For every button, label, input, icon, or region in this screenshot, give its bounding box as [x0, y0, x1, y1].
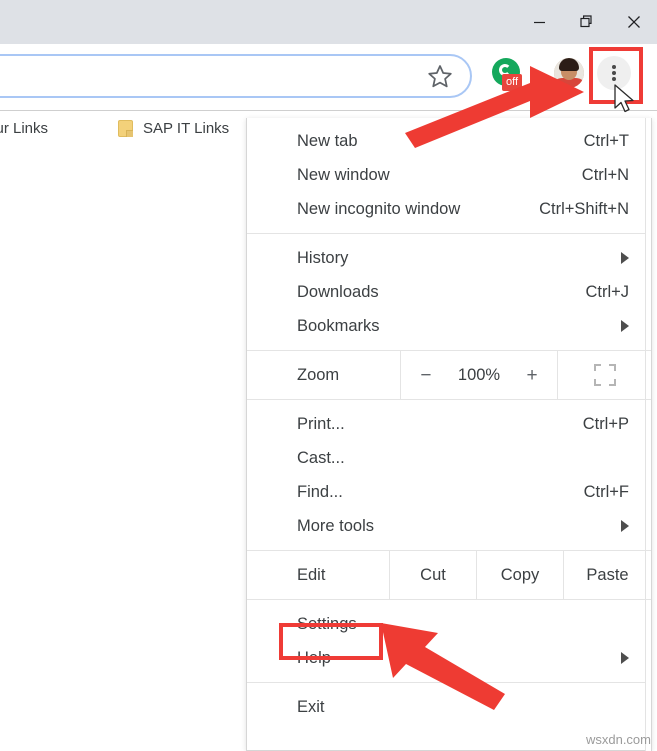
zoom-out-button[interactable]: −	[418, 366, 434, 385]
menu-item-label: Find...	[297, 483, 343, 502]
extension-off-badge: off	[502, 74, 522, 91]
menu-separator	[247, 682, 651, 683]
paste-button[interactable]: Paste	[563, 551, 651, 599]
address-bar-input[interactable]	[0, 54, 472, 98]
menu-item-bookmarks[interactable]: Bookmarks	[247, 309, 651, 343]
copy-button[interactable]: Copy	[476, 551, 563, 599]
cut-button[interactable]: Cut	[389, 551, 476, 599]
menu-item-label: Bookmarks	[297, 317, 380, 336]
title-bar	[0, 0, 657, 44]
cut-label: Cut	[420, 566, 446, 585]
menu-item-find[interactable]: Find... Ctrl+F	[247, 475, 651, 509]
copy-label: Copy	[501, 566, 540, 585]
extension-icon[interactable]: off	[492, 58, 526, 92]
chevron-right-icon	[621, 652, 629, 664]
menu-item-label: New incognito window	[297, 200, 460, 219]
avatar-hair	[559, 58, 579, 71]
menu-item-label: Settings	[297, 615, 357, 634]
menu-item-shortcut: Ctrl+P	[583, 415, 629, 434]
menu-item-shortcut: Ctrl+F	[584, 483, 629, 502]
menu-item-new-window[interactable]: New window Ctrl+N	[247, 158, 651, 192]
menu-item-label: Print...	[297, 415, 345, 434]
menu-zoom-row: Zoom − 100% +	[247, 350, 651, 400]
bookmark-label: cur Links	[0, 120, 48, 137]
browser-screenshot: off cur Links SAP IT Links New tab Ctrl+…	[0, 0, 657, 751]
profile-avatar[interactable]	[554, 58, 584, 88]
menu-item-shortcut: Ctrl+N	[582, 166, 629, 185]
paste-label: Paste	[586, 566, 628, 585]
folder-icon	[118, 120, 133, 137]
menu-item-label: Help	[297, 649, 331, 668]
edit-label: Edit	[297, 566, 325, 585]
menu-item-label: New tab	[297, 132, 358, 151]
menu-item-shortcut: Ctrl+J	[585, 283, 629, 302]
menu-item-help[interactable]: Help	[247, 641, 651, 675]
chevron-right-icon	[621, 320, 629, 332]
menu-item-new-incognito-window[interactable]: New incognito window Ctrl+Shift+N	[247, 192, 651, 226]
menu-separator	[247, 233, 651, 234]
chevron-right-icon	[621, 520, 629, 532]
menu-item-label: Downloads	[297, 283, 379, 302]
menu-edit-row: Edit Cut Copy Paste	[247, 550, 651, 600]
window-controls	[516, 0, 657, 44]
bookmark-item-concur-links[interactable]: cur Links	[0, 120, 48, 137]
bookmark-item-sap-it-links[interactable]: SAP IT Links	[118, 120, 229, 137]
menu-item-label: More tools	[297, 517, 374, 536]
menu-item-more-tools[interactable]: More tools	[247, 509, 651, 543]
edit-label-cell: Edit	[247, 551, 389, 599]
zoom-label: Zoom	[297, 366, 339, 385]
restore-icon	[580, 15, 594, 29]
zoom-in-button[interactable]: +	[524, 366, 540, 385]
menu-item-label: History	[297, 249, 348, 268]
menu-item-history[interactable]: History	[247, 241, 651, 275]
mouse-cursor-icon	[613, 84, 639, 118]
bookmark-star-icon[interactable]	[425, 62, 455, 92]
menu-item-print[interactable]: Print... Ctrl+P	[247, 407, 651, 441]
menu-item-shortcut: Ctrl+T	[584, 132, 629, 151]
zoom-level-value: 100%	[458, 366, 500, 385]
menu-item-settings[interactable]: Settings	[247, 607, 651, 641]
menu-item-shortcut: Ctrl+Shift+N	[539, 200, 629, 219]
watermark: wsxdn.com	[586, 732, 651, 747]
menu-item-cast[interactable]: Cast...	[247, 441, 651, 475]
bookmark-label: SAP IT Links	[143, 120, 229, 137]
chevron-right-icon	[621, 252, 629, 264]
minimize-icon	[533, 16, 546, 29]
close-button[interactable]	[610, 0, 657, 44]
chrome-main-menu: New tab Ctrl+T New window Ctrl+N New inc…	[246, 118, 652, 751]
zoom-label-cell: Zoom	[247, 351, 400, 399]
menu-item-new-tab[interactable]: New tab Ctrl+T	[247, 124, 651, 158]
menu-item-label: Exit	[297, 698, 325, 717]
close-icon	[627, 15, 641, 29]
menu-item-label: Cast...	[297, 449, 345, 468]
menu-item-exit[interactable]: Exit	[247, 690, 651, 724]
menu-item-downloads[interactable]: Downloads Ctrl+J	[247, 275, 651, 309]
restore-button[interactable]	[563, 0, 610, 44]
minimize-button[interactable]	[516, 0, 563, 44]
fullscreen-button[interactable]	[558, 351, 651, 399]
fullscreen-icon	[594, 364, 616, 386]
menu-item-label: New window	[297, 166, 390, 185]
zoom-controls: − 100% +	[400, 351, 558, 399]
